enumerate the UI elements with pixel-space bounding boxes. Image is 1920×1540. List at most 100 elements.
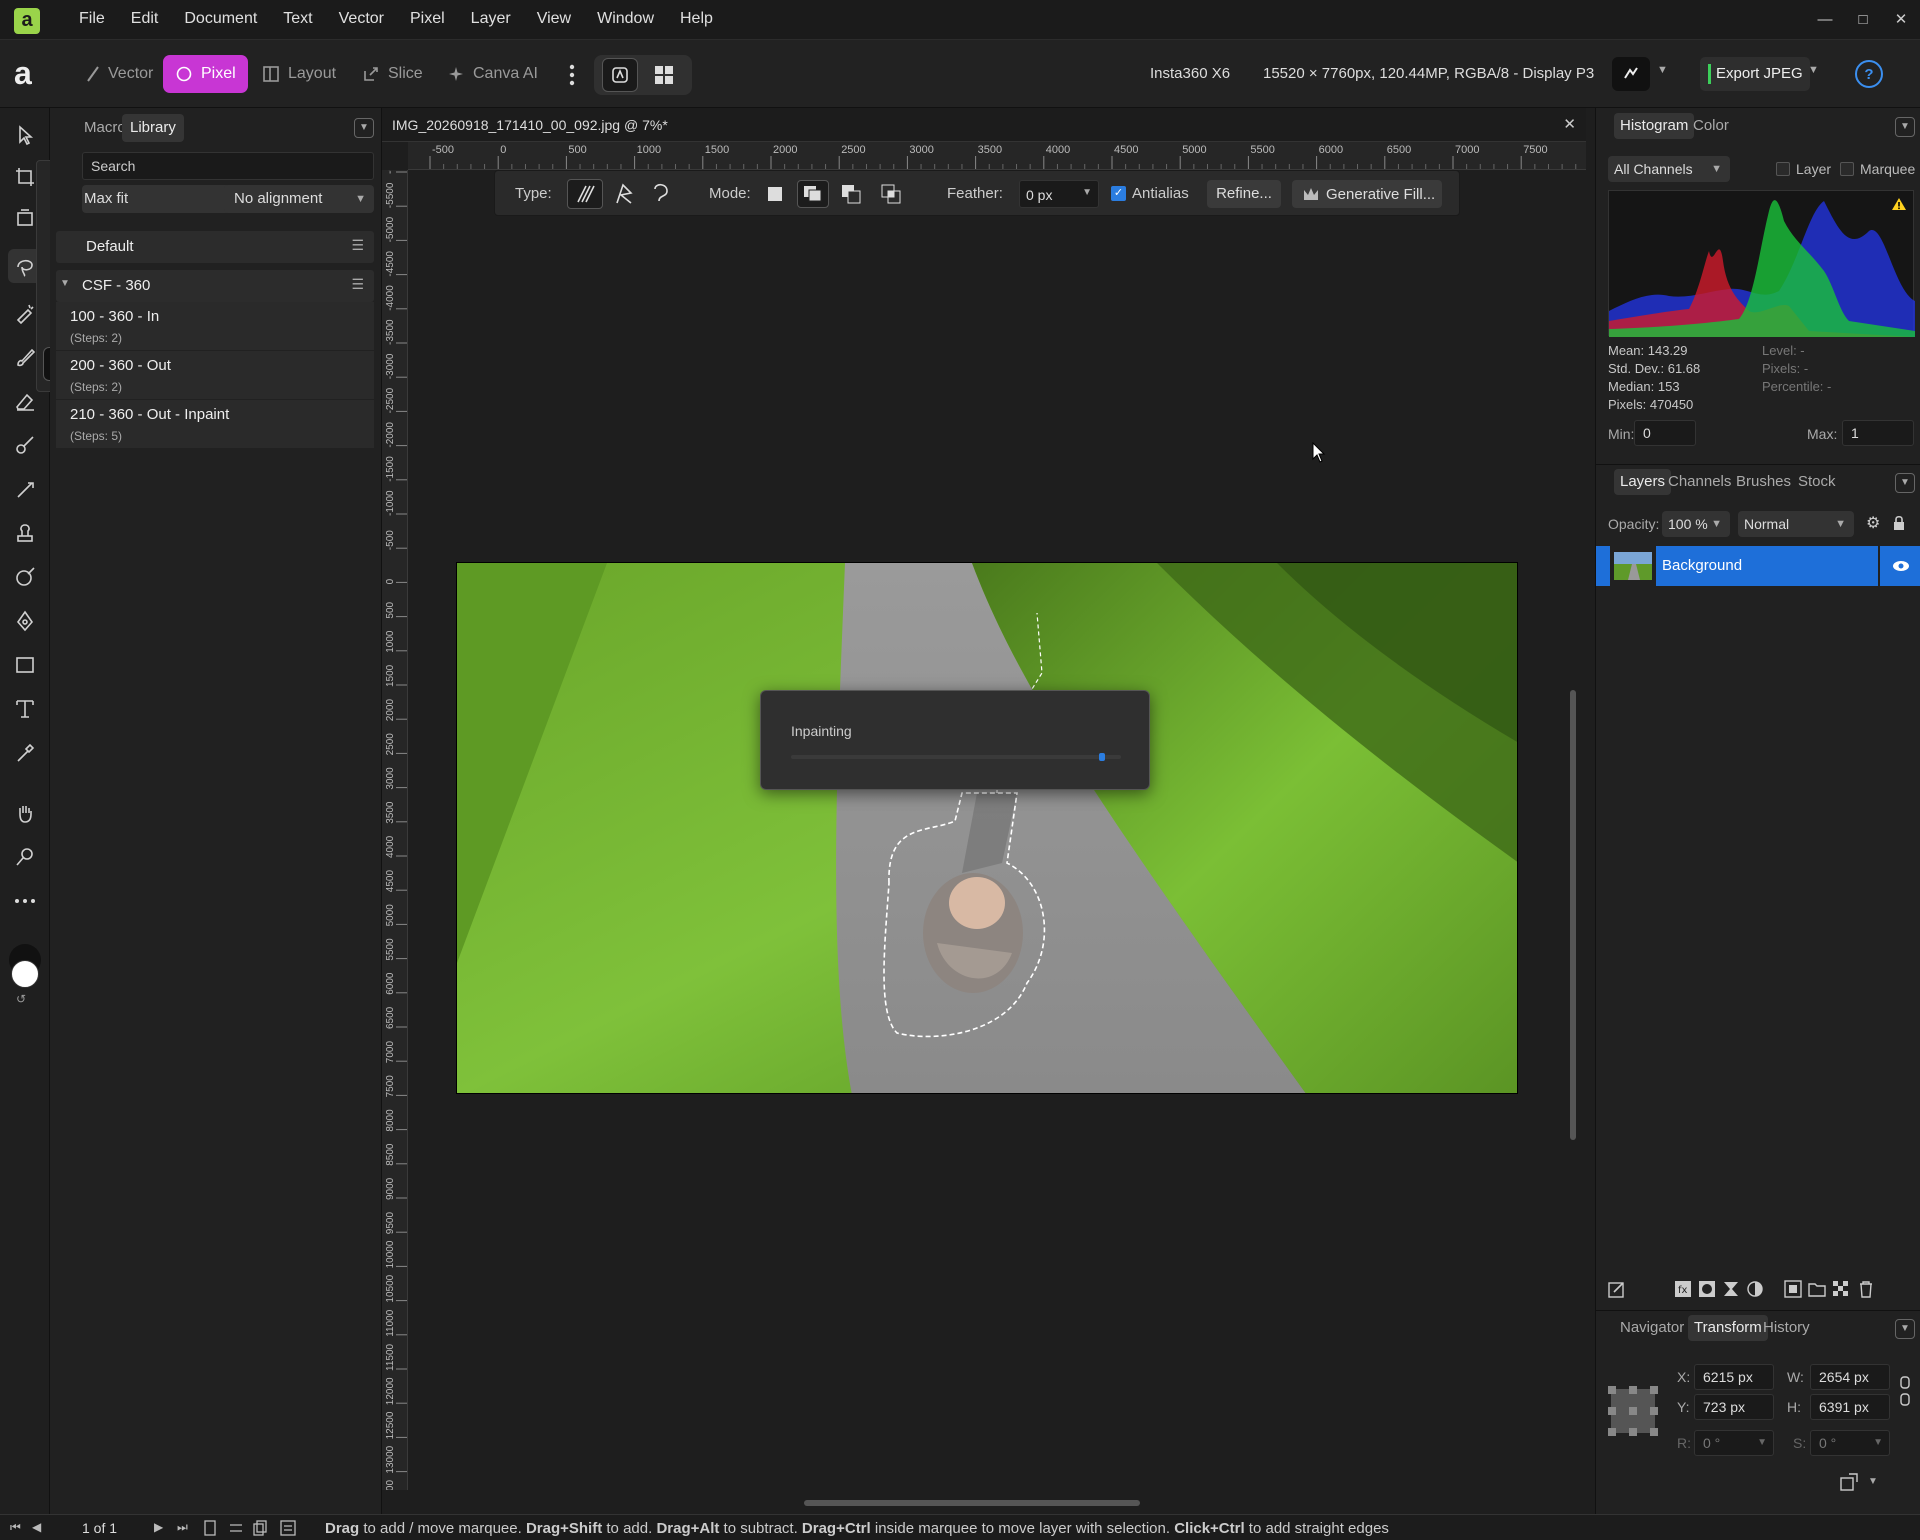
page-icon[interactable] — [202, 1520, 218, 1536]
chevron-down-icon[interactable]: ▼ — [1868, 1476, 1878, 1487]
panel-menu-icon[interactable]: ▼ — [1895, 117, 1915, 137]
dodge-tool-icon[interactable] — [8, 428, 42, 462]
swap-colors-icon[interactable]: ↺ — [16, 992, 26, 1006]
close-window-icon[interactable]: ✕ — [1882, 0, 1920, 38]
w-input[interactable]: 2654 px — [1810, 1364, 1890, 1390]
delete-layer-icon[interactable] — [1858, 1280, 1874, 1298]
macro-item[interactable]: 100 - 360 - In (Steps: 2) — [56, 302, 374, 350]
menu-text[interactable]: Text — [270, 10, 325, 28]
spread-icon[interactable] — [228, 1520, 244, 1536]
grid-toggle-icon[interactable] — [646, 58, 682, 92]
mask-icon[interactable] — [1698, 1280, 1716, 1298]
shear-input[interactable]: 0 ° ▼ — [1810, 1430, 1890, 1456]
tab-stock[interactable]: Stock — [1792, 469, 1842, 495]
freehand-type-icon[interactable] — [567, 179, 603, 209]
last-page-icon[interactable]: ⏭ — [177, 1520, 188, 1535]
min-input[interactable]: 0 — [1634, 420, 1696, 446]
feather-input[interactable]: 0 px ▼ — [1019, 180, 1099, 208]
intersect-mode-icon[interactable] — [879, 182, 903, 206]
refine-button[interactable]: Refine... — [1207, 180, 1281, 208]
layer-name-cell[interactable]: Background — [1656, 546, 1878, 586]
persona-slice[interactable]: Slice — [350, 55, 435, 93]
menu-file[interactable]: File — [66, 10, 118, 28]
panel-menu-icon[interactable]: ▼ — [1895, 1319, 1915, 1339]
layer-checkbox[interactable] — [1776, 162, 1790, 176]
close-document-icon[interactable]: ✕ — [1563, 115, 1576, 133]
rotation-input[interactable]: 0 ° ▼ — [1694, 1430, 1774, 1456]
layer-row-background[interactable]: Background — [1596, 546, 1920, 586]
tab-navigator[interactable]: Navigator — [1614, 1315, 1690, 1341]
vertical-scrollbar[interactable] — [1570, 258, 1576, 1488]
horizontal-scrollbar[interactable] — [408, 1498, 1568, 1508]
persona-layout[interactable]: Layout — [250, 55, 348, 93]
minimize-icon[interactable]: — — [1806, 0, 1844, 38]
document-tab[interactable]: IMG_20260918_171410_00_092.jpg @ 7%* ✕ — [382, 108, 1586, 142]
subtract-mode-icon[interactable] — [839, 182, 863, 206]
horizontal-ruler[interactable]: -500 0 500 1000 1500 2000 2500 3000 3500 4000 4500… — [408, 142, 1586, 170]
marquee-checkbox[interactable] — [1840, 162, 1854, 176]
add-group-icon[interactable] — [1808, 1280, 1826, 1298]
menu-document[interactable]: Document — [171, 10, 270, 28]
menu-pixel[interactable]: Pixel — [397, 10, 458, 28]
menu-vector[interactable]: Vector — [326, 10, 397, 28]
menu-view[interactable]: View — [524, 10, 584, 28]
group-menu-icon[interactable]: ☰ — [351, 276, 364, 293]
page-options-icon[interactable] — [280, 1520, 296, 1536]
text-tool-icon[interactable] — [8, 692, 42, 726]
help-icon[interactable]: ? — [1855, 60, 1883, 88]
library-search-input[interactable]: Search — [82, 152, 374, 180]
previous-page-icon[interactable]: ◀ — [32, 1520, 41, 1534]
tab-brushes[interactable]: Brushes — [1730, 469, 1797, 495]
polygonal-type-icon[interactable] — [609, 179, 639, 209]
tab-history[interactable]: History — [1757, 1315, 1816, 1341]
blend-mode-select[interactable]: Normal ▼ — [1738, 511, 1854, 537]
new-mode-icon[interactable] — [763, 182, 787, 206]
assistant-icon[interactable] — [1612, 57, 1650, 91]
lock-icon[interactable] — [1892, 515, 1906, 531]
group-csf-360[interactable]: ▼ CSF - 360 ☰ — [56, 270, 374, 302]
alignment-select[interactable]: No alignment ▼ — [224, 185, 374, 213]
clone-tool-icon[interactable] — [8, 516, 42, 550]
tab-channels[interactable]: Channels — [1662, 469, 1737, 495]
more-tools-icon[interactable] — [8, 884, 42, 918]
menu-layer[interactable]: Layer — [458, 10, 524, 28]
pen-tool-icon[interactable] — [8, 604, 42, 638]
vertical-ruler[interactable]: -6000-5500-5000-4500-4000-3500-3000-2500… — [382, 170, 408, 1490]
y-input[interactable]: 723 px — [1694, 1394, 1774, 1420]
export-jpeg-button[interactable]: Export JPEG — [1700, 57, 1810, 91]
menu-window[interactable]: Window — [584, 10, 667, 28]
link-aspect-icon[interactable] — [1899, 1376, 1911, 1406]
assistant-dropdown-icon[interactable]: ▼ — [1657, 64, 1668, 76]
secondary-color-swatch[interactable] — [11, 960, 39, 988]
persona-vector[interactable]: Vector — [74, 55, 165, 93]
checker-layer-icon[interactable] — [1832, 1280, 1850, 1298]
layer-settings-gear-icon[interactable]: ⚙ — [1866, 513, 1880, 533]
adjustment-icon[interactable] — [1746, 1280, 1764, 1298]
antialias-checkbox[interactable]: ✓ — [1111, 186, 1126, 201]
warning-icon[interactable] — [1891, 197, 1907, 211]
hand-tool-icon[interactable] — [8, 796, 42, 830]
canvas-photo[interactable] — [456, 562, 1518, 1094]
edit-layer-icon[interactable] — [1608, 1280, 1626, 1298]
inpainting-tool-icon[interactable] — [8, 560, 42, 594]
group-default[interactable]: Default ☰ — [56, 231, 374, 263]
max-input[interactable]: 1 — [1842, 420, 1914, 446]
duplicate-page-icon[interactable] — [252, 1520, 268, 1536]
h-input[interactable]: 6391 px — [1810, 1394, 1890, 1420]
persona-canva-ai[interactable]: Canva AI — [435, 55, 550, 93]
macro-item[interactable]: 200 - 360 - Out (Steps: 2) — [56, 351, 374, 399]
x-input[interactable]: 6215 px — [1694, 1364, 1774, 1390]
fit-select[interactable]: Max fit▼ — [82, 185, 246, 213]
tab-color[interactable]: Color — [1687, 113, 1735, 139]
color-picker-tool-icon[interactable] — [8, 736, 42, 770]
vertical-scroll-thumb[interactable] — [1570, 690, 1576, 1140]
live-filter-icon[interactable] — [1722, 1280, 1740, 1298]
opacity-select[interactable]: 100 % ▼ — [1662, 511, 1730, 537]
more-options-icon[interactable] — [562, 60, 582, 90]
first-page-icon[interactable]: ⏮ — [10, 1520, 21, 1535]
snapping-toggle-icon[interactable] — [602, 58, 638, 92]
layer-drag-handle[interactable] — [1596, 546, 1610, 586]
panel-menu-icon[interactable]: ▼ — [1895, 473, 1915, 493]
magnetic-type-icon[interactable] — [645, 179, 675, 209]
tab-library[interactable]: Library — [122, 114, 184, 142]
